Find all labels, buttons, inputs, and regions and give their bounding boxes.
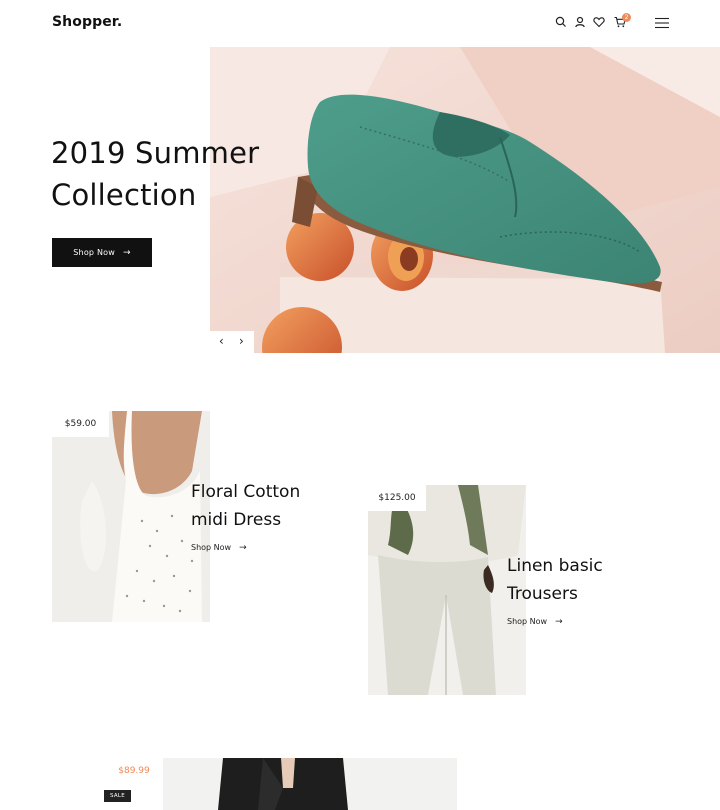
product-shop-now-link[interactable]: Shop Now → xyxy=(191,543,247,553)
product-image-dress[interactable] xyxy=(52,411,210,622)
hero-title-line-1: 2019 Summer xyxy=(51,136,260,170)
hero-slider-nav: ‹ › xyxy=(210,331,254,353)
heart-icon[interactable] xyxy=(592,15,606,29)
hero-shop-now-label: Shop Now xyxy=(73,248,115,257)
site-header: Shopper. 2 xyxy=(0,0,720,47)
product-shop-now-link[interactable]: Shop Now → xyxy=(507,617,563,627)
hero-title-line-2: Collection xyxy=(51,178,197,212)
arrow-right-icon: → xyxy=(239,543,247,553)
search-icon[interactable] xyxy=(554,15,568,29)
product-price: $125.00 xyxy=(368,485,426,511)
product-name-line-1: Linen basic xyxy=(507,556,603,576)
sale-badge: SALE xyxy=(104,790,131,802)
product-name[interactable]: Linen basic Trousers xyxy=(507,552,603,608)
product-name[interactable]: Floral Cotton midi Dress xyxy=(191,478,300,534)
product-sale-price: $89.99 xyxy=(105,758,163,786)
arrow-right-icon: → xyxy=(122,248,131,258)
product-name-line-2: Trousers xyxy=(507,584,578,604)
arrow-right-icon: → xyxy=(555,617,563,627)
chevron-right-icon[interactable]: › xyxy=(239,334,244,348)
chevron-left-icon[interactable]: ‹ xyxy=(219,334,224,348)
product-name-line-2: midi Dress xyxy=(191,510,282,530)
menu-icon[interactable] xyxy=(655,17,669,29)
hero-image xyxy=(210,47,720,353)
shop-now-label: Shop Now xyxy=(507,617,548,626)
product-name-line-1: Floral Cotton xyxy=(191,482,301,502)
product-image-jacket[interactable] xyxy=(163,758,457,810)
product-image-trousers[interactable] xyxy=(368,485,526,695)
hero-title: 2019 Summer Collection xyxy=(51,132,259,216)
cart-count-badge: 2 xyxy=(622,13,631,22)
shop-now-label: Shop Now xyxy=(191,543,232,552)
logo[interactable]: Shopper. xyxy=(52,14,122,30)
product-price: $59.00 xyxy=(52,411,109,437)
user-icon[interactable] xyxy=(573,15,587,29)
hero-shop-now-button[interactable]: Shop Now → xyxy=(52,238,152,267)
